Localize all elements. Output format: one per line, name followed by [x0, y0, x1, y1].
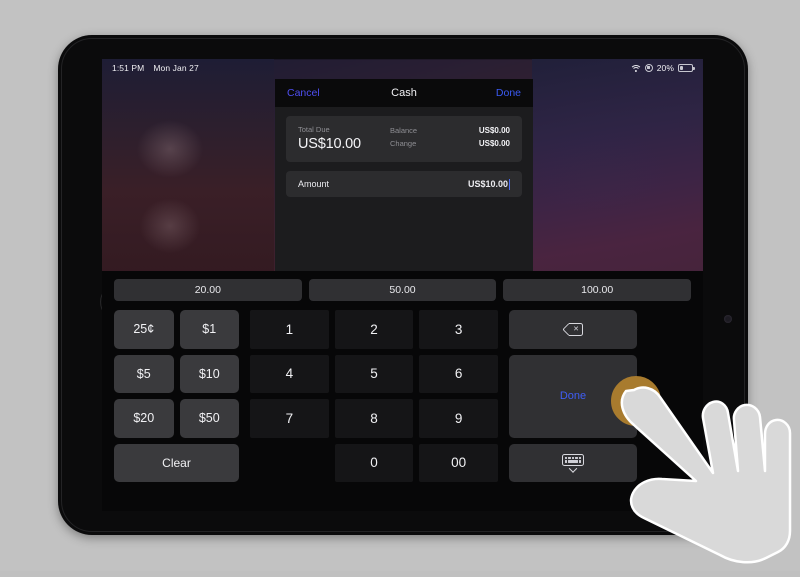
- num-key-8[interactable]: 8: [334, 399, 414, 438]
- front-camera: [724, 315, 732, 323]
- totals-card: Total Due US$10.00 Balance US$0.00 Chang…: [286, 116, 522, 162]
- quick-amount-button[interactable]: 100.00: [503, 279, 692, 301]
- total-due-block: Total Due US$10.00: [298, 125, 361, 152]
- quick-amount-button[interactable]: 50.00: [308, 279, 497, 301]
- keypad-columns: 25¢ $1 $5 $10 $20 $50 Clear 1 2 3 4 5 6 …: [114, 310, 691, 482]
- status-bar: 1:51 PM Mon Jan 27 20%: [102, 59, 703, 77]
- num-key-3[interactable]: 3: [419, 310, 498, 349]
- cash-keypad: 20.00 50.00 100.00 25¢ $1 $5 $10 $20 $50…: [102, 271, 703, 511]
- num-key-5[interactable]: 5: [334, 354, 414, 393]
- denomination-key-50[interactable]: $50: [179, 399, 239, 438]
- tablet-screen: 1:51 PM Mon Jan 27 20% Cancel Cash Done: [102, 59, 703, 511]
- background-wallpaper-right: [532, 59, 703, 279]
- cash-modal-sheet: Cancel Cash Done Total Due US$10.00 Bala…: [275, 79, 533, 271]
- denomination-key-10[interactable]: $10: [179, 354, 239, 393]
- num-key-9[interactable]: 9: [419, 399, 498, 438]
- amount-label: Amount: [298, 179, 330, 189]
- balance-value: US$0.00: [478, 126, 510, 135]
- tablet-device-frame: 1:51 PM Mon Jan 27 20% Cancel Cash Done: [58, 35, 748, 535]
- dismiss-keyboard-button[interactable]: [509, 443, 637, 482]
- change-label: Change: [390, 139, 417, 148]
- change-row: Change US$0.00: [390, 139, 510, 148]
- num-key-7[interactable]: 7: [250, 399, 329, 438]
- backspace-icon: ✕: [561, 322, 583, 336]
- total-due-value: US$10.00: [298, 136, 361, 152]
- denomination-pad: 25¢ $1 $5 $10 $20 $50 Clear: [114, 310, 239, 482]
- balance-change-block: Balance US$0.00 Change US$0.00: [390, 125, 510, 148]
- sheet-body: Total Due US$10.00 Balance US$0.00 Chang…: [275, 107, 533, 197]
- action-pad: ✕ Done: [509, 310, 637, 482]
- battery-percent: 20%: [656, 63, 674, 73]
- wifi-icon: [629, 64, 642, 72]
- background-wallpaper-left: [102, 59, 274, 279]
- quick-amount-row: 20.00 50.00 100.00: [114, 279, 692, 301]
- change-value: US$0.00: [478, 139, 510, 148]
- text-caret: [509, 178, 510, 190]
- clear-button[interactable]: Clear: [114, 443, 239, 482]
- amount-value: US$10.00: [467, 179, 508, 189]
- screenshot-root: 1:51 PM Mon Jan 27 20% Cancel Cash Done: [0, 0, 800, 571]
- sheet-header: Cancel Cash Done: [275, 79, 533, 107]
- amount-input-row[interactable]: Amount US$10.00: [286, 171, 522, 197]
- sheet-done-button[interactable]: Done: [496, 87, 521, 99]
- numeric-pad: 1 2 3 4 5 6 7 8 9 0 00: [250, 310, 498, 482]
- status-date: Mon Jan 27: [153, 63, 199, 73]
- keypad-done-button[interactable]: Done: [509, 354, 637, 438]
- status-bar-left: 1:51 PM Mon Jan 27: [112, 63, 199, 73]
- total-due-label: Total Due: [298, 125, 330, 134]
- num-key-2[interactable]: 2: [334, 310, 414, 349]
- num-key-0[interactable]: 0: [334, 443, 414, 482]
- denomination-key-5[interactable]: $5: [114, 354, 174, 393]
- num-key-4[interactable]: 4: [250, 354, 329, 393]
- status-time: 1:51 PM: [112, 63, 145, 73]
- status-bar-right: 20%: [629, 63, 695, 73]
- balance-label: Balance: [390, 126, 418, 135]
- denomination-key-25c[interactable]: 25¢: [114, 310, 174, 349]
- battery-icon: [678, 64, 695, 72]
- num-key-00[interactable]: 00: [419, 443, 498, 482]
- amount-value-wrap: US$10.00: [467, 178, 510, 190]
- denomination-key-1[interactable]: $1: [179, 310, 239, 349]
- rotation-lock-icon: [644, 64, 653, 72]
- balance-row: Balance US$0.00: [390, 126, 510, 135]
- keyboard-dismiss-icon: [562, 453, 584, 473]
- backspace-button[interactable]: ✕: [509, 310, 637, 349]
- num-pad-empty-cell: [250, 444, 329, 483]
- denomination-key-20[interactable]: $20: [114, 399, 174, 438]
- num-key-6[interactable]: 6: [419, 354, 498, 393]
- quick-amount-button[interactable]: 20.00: [114, 279, 302, 301]
- num-key-1[interactable]: 1: [250, 310, 329, 349]
- cancel-button[interactable]: Cancel: [287, 87, 320, 99]
